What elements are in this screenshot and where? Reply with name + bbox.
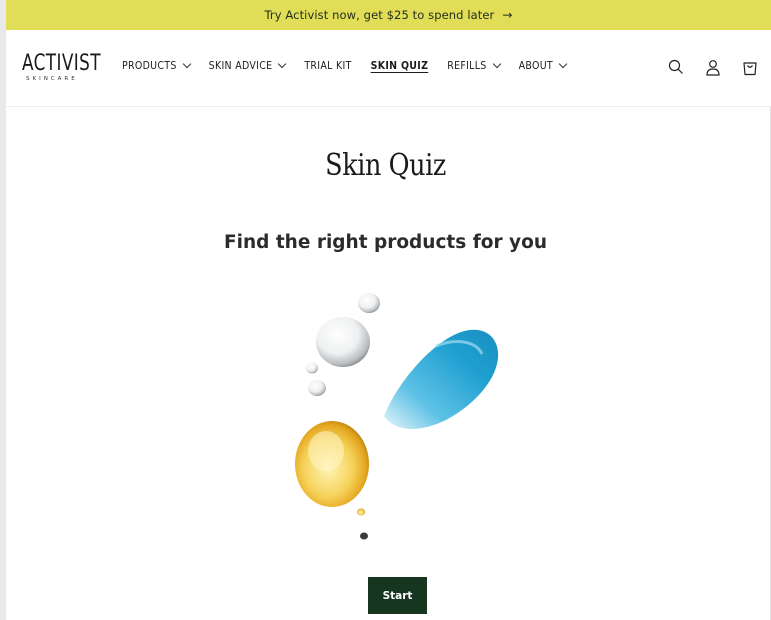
- nav-item-skin-quiz[interactable]: SKIN QUIZ: [371, 60, 429, 72]
- product-texture-image: [286, 286, 516, 548]
- arrow-right-icon: →: [502, 8, 513, 22]
- nav-label: SKIN ADVICE: [208, 60, 273, 72]
- chevron-down-icon: [492, 59, 501, 69]
- logo-subtext: SKINCARE: [26, 76, 78, 82]
- header-icons: [648, 58, 759, 76]
- nav-label: PRODUCTS: [122, 60, 177, 72]
- nav-label: REFILLS: [447, 60, 487, 72]
- page-subtitle: Find the right products for you: [223, 232, 547, 253]
- logo-text: ACTIVIST: [22, 51, 101, 76]
- announcement-bar[interactable]: Try Activist now, get $25 to spend later…: [6, 0, 771, 30]
- site-header: ACTIVIST SKINCARE PRODUCTS SKIN ADVICE T…: [6, 30, 771, 107]
- start-button[interactable]: Start: [368, 577, 427, 614]
- nav-label: ABOUT: [518, 60, 553, 72]
- cart-icon[interactable]: [741, 58, 759, 76]
- nav-label: SKIN QUIZ: [370, 60, 429, 72]
- nav-item-refills[interactable]: REFILLS: [447, 59, 501, 72]
- chevron-down-icon: [278, 59, 287, 69]
- announcement-text: Try Activist now, get $25 to spend later: [264, 8, 495, 22]
- search-icon[interactable]: [667, 58, 685, 76]
- nav-label: TRIAL KIT: [304, 60, 352, 72]
- nav-item-products[interactable]: PRODUCTS: [122, 59, 191, 72]
- nav-item-trial-kit[interactable]: TRIAL KIT: [304, 60, 351, 72]
- chevron-down-icon: [558, 59, 568, 69]
- page-title: Skin Quiz: [325, 148, 446, 183]
- logo[interactable]: ACTIVIST SKINCARE: [22, 51, 101, 90]
- chevron-down-icon: [182, 59, 191, 69]
- account-icon[interactable]: [704, 58, 722, 76]
- nav-item-about[interactable]: ABOUT: [518, 59, 568, 72]
- nav-item-skin-advice[interactable]: SKIN ADVICE: [208, 59, 287, 72]
- main-nav: PRODUCTS SKIN ADVICE TRIAL KIT SKIN QUIZ…: [122, 59, 585, 72]
